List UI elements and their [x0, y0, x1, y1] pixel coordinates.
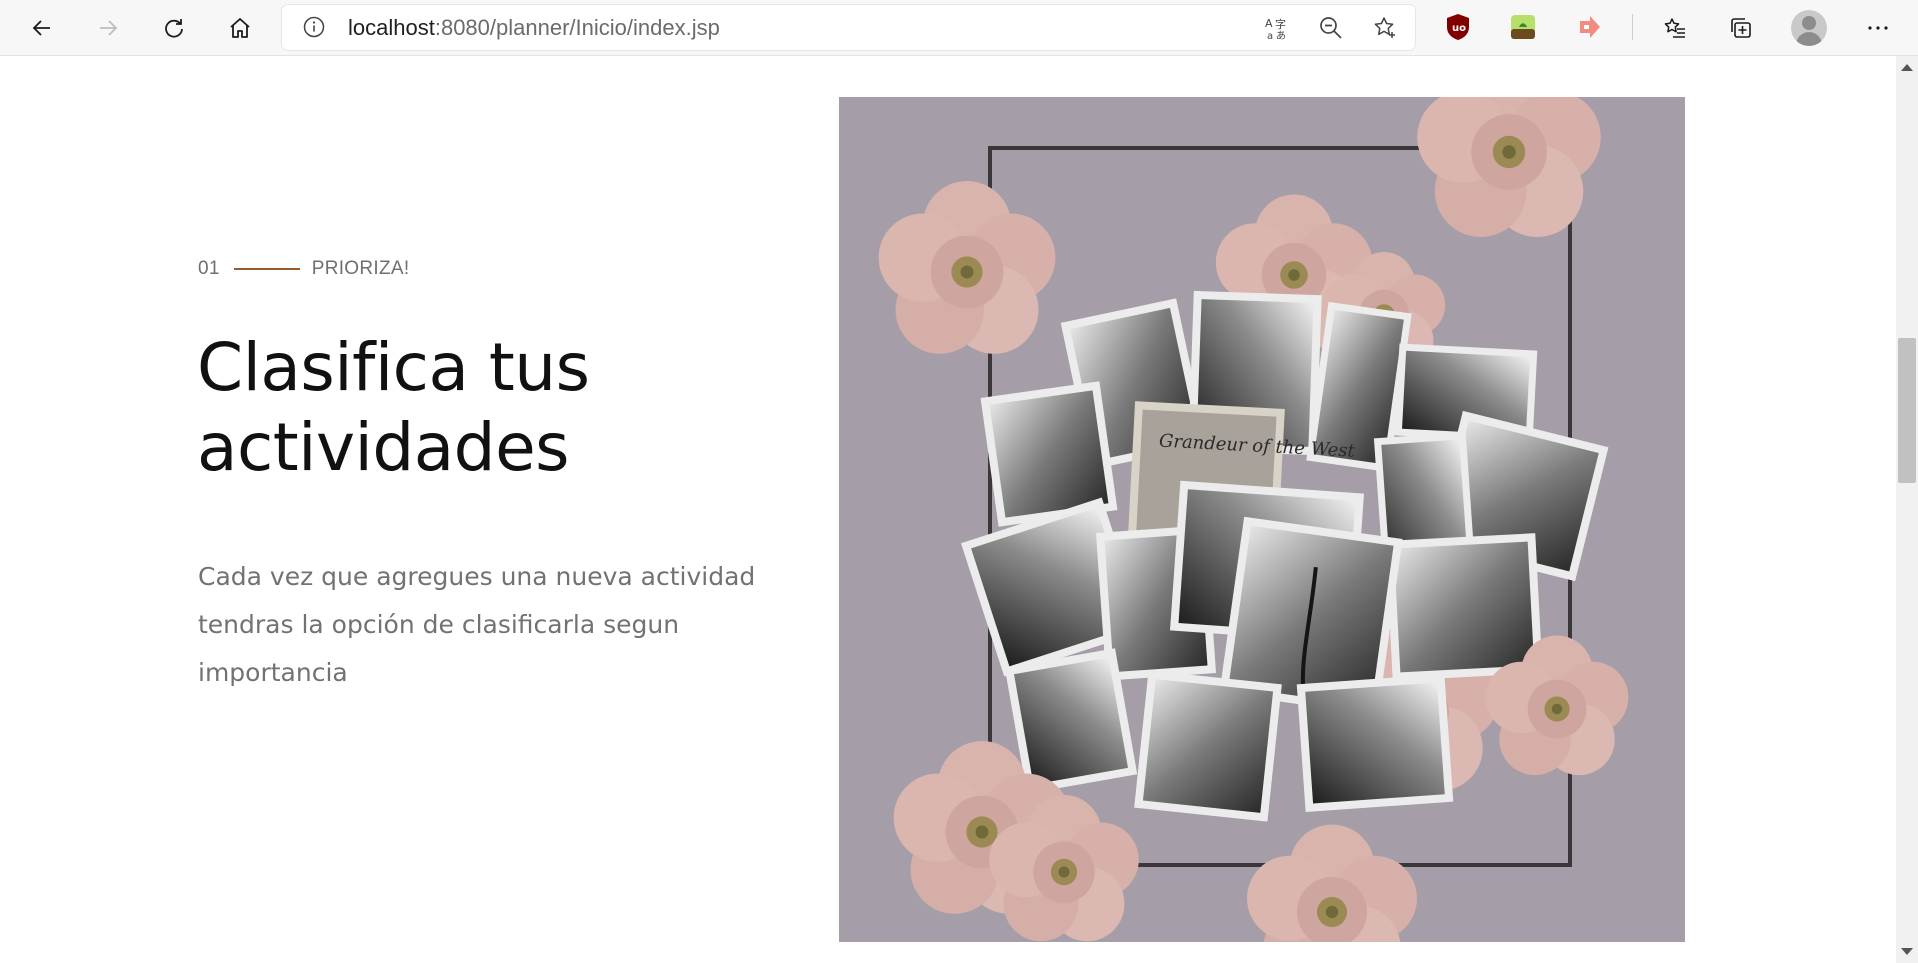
- forward-icon: [100, 20, 118, 36]
- svg-text:a: a: [1267, 31, 1273, 41]
- translate-icon[interactable]: A 字a あ: [1263, 15, 1289, 41]
- site-info-icon[interactable]: [302, 15, 326, 39]
- url-host: localhost: [348, 15, 435, 40]
- svg-text:字: 字: [1275, 17, 1286, 31]
- back-icon: [32, 20, 50, 36]
- collage-illustration: Grandeur of the West: [878, 97, 1629, 942]
- home-icon: [230, 18, 250, 38]
- url-path: :8080/planner/Inicio/index.jsp: [434, 15, 720, 40]
- address-url: localhost:8080/planner/Inicio/index.jsp: [348, 5, 720, 50]
- favorite-star-icon[interactable]: [1372, 15, 1398, 41]
- page-viewport: 01 PRIORIZA! Clasifica tus actividades C…: [0, 56, 1896, 963]
- favorites-list-icon: [1664, 18, 1685, 38]
- arrow-extension-icon[interactable]: [1574, 12, 1604, 42]
- toolbar-separator: [1632, 14, 1633, 40]
- collections-icon: [1731, 18, 1751, 38]
- accent-line: [233, 268, 300, 270]
- refresh-button[interactable]: [154, 8, 194, 48]
- section-description: Cada vez que agregues una nueva activida…: [198, 562, 756, 687]
- collections-button[interactable]: [1721, 8, 1761, 48]
- profile-avatar[interactable]: [1791, 10, 1827, 46]
- more-menu-button[interactable]: [1858, 8, 1898, 48]
- browser-toolbar: localhost:8080/planner/Inicio/index.jsp …: [0, 0, 1918, 56]
- ublock-extension-icon[interactable]: uo: [1443, 12, 1473, 42]
- section-label: PRIORIZA!: [311, 258, 410, 279]
- svg-text:あ: あ: [1276, 30, 1286, 41]
- scroll-up-arrow-icon[interactable]: [1901, 64, 1913, 71]
- svg-text:uo: uo: [1452, 23, 1466, 34]
- forward-button[interactable]: [88, 8, 128, 48]
- back-button[interactable]: [22, 8, 62, 48]
- scrollbar-thumb[interactable]: [1898, 338, 1916, 483]
- extension-icon[interactable]: [1508, 12, 1538, 42]
- zoom-out-icon[interactable]: [1318, 15, 1344, 41]
- svg-text:A: A: [1265, 17, 1273, 30]
- address-bar[interactable]: localhost:8080/planner/Inicio/index.jsp …: [282, 5, 1415, 50]
- scroll-down-arrow-icon[interactable]: [1901, 948, 1913, 955]
- section-title: Clasifica tus actividades: [197, 329, 590, 486]
- hero-image: Grandeur of the West: [839, 97, 1685, 942]
- more-menu-icon: [1868, 26, 1888, 30]
- home-button[interactable]: [220, 8, 260, 48]
- refresh-icon: [165, 19, 183, 38]
- section-number: 01: [198, 258, 220, 279]
- section-eyebrow: 01 PRIORIZA!: [198, 258, 409, 280]
- favorites-button[interactable]: [1655, 8, 1695, 48]
- page-scrollbar[interactable]: [1896, 56, 1918, 963]
